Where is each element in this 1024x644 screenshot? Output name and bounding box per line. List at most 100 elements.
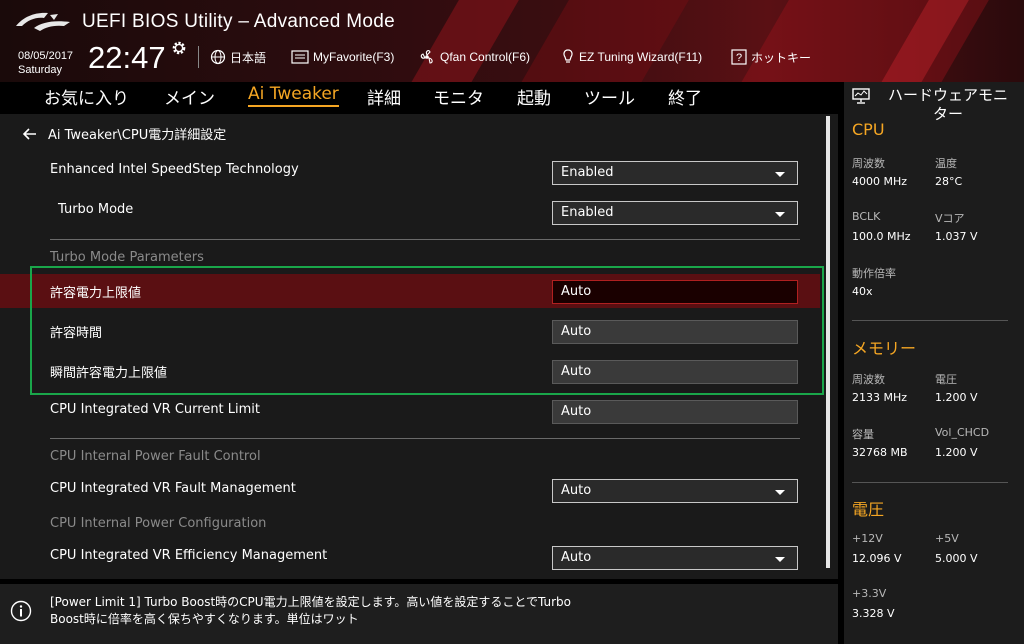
power-config-header: CPU Internal Power Configuration xyxy=(50,516,267,531)
speedstep-label: Enhanced Intel SpeedStep Technology xyxy=(50,162,299,177)
language-label: 日本語 xyxy=(230,50,267,65)
myfavorite-label: MyFavorite(F3) xyxy=(313,50,395,64)
v33-value: 3.328 V xyxy=(852,607,895,620)
hw-title-line-1: ハードウェアモニ xyxy=(887,86,1008,104)
cpu-temp-value: 28°C xyxy=(935,175,963,188)
power-limit-label: 許容電力上限値 xyxy=(50,286,142,301)
help-line-2: Boost時に倍率を高く保ちやすくなります。単位はワット xyxy=(50,612,359,626)
section-divider xyxy=(50,239,800,240)
fault-control-header: CPU Internal Power Fault Control xyxy=(50,449,261,464)
favorite-icon xyxy=(291,50,309,64)
mem-capacity-value: 32768 MB xyxy=(852,446,908,459)
turbo-mode-select[interactable]: Enabled xyxy=(552,201,798,225)
time-window-input[interactable]: Auto xyxy=(552,320,798,344)
tab-exit[interactable]: 終了 xyxy=(668,84,702,109)
cpu-vcore-key: Vコア xyxy=(935,212,965,225)
header-decoration xyxy=(499,0,701,82)
cpu-bclk-value: 100.0 MHz xyxy=(852,230,911,243)
mem-volt-value: 1.200 V xyxy=(935,391,978,404)
ez-tuning-wizard-button[interactable]: EZ Tuning Wizard(F11) xyxy=(561,47,702,67)
help-description: [Power Limit 1] Turbo Boost時のCPU電力上限値を設定… xyxy=(50,594,630,628)
hw-divider xyxy=(852,320,1008,321)
settings-panel: Ai Tweaker\CPU電力詳細設定 Enhanced Intel Spee… xyxy=(0,114,838,579)
help-line-1: [Power Limit 1] Turbo Boost時のCPU電力上限値を設定… xyxy=(50,595,572,609)
hotkeys-button[interactable]: ? ホットキー xyxy=(731,47,811,67)
hardware-monitor-panel: ハードウェアモニ ター CPU 周波数 温度 4000 MHz 28°C BCL… xyxy=(844,82,1024,644)
mem-freq-key: 周波数 xyxy=(852,373,885,386)
vr-efficiency-value: Auto xyxy=(561,550,592,565)
v5-value: 5.000 V xyxy=(935,552,978,565)
v12-key: +12V xyxy=(852,532,883,545)
bulb-icon xyxy=(563,49,573,63)
mem-capacity-key: 容量 xyxy=(852,428,874,441)
tab-monitor[interactable]: モニタ xyxy=(433,84,484,109)
vr-efficiency-select[interactable]: Auto xyxy=(552,546,798,570)
cpu-section-title: CPU xyxy=(852,120,885,139)
tab-boot[interactable]: 起動 xyxy=(517,84,551,109)
tab-main[interactable]: メイン xyxy=(164,84,215,109)
ez-tuning-label: EZ Tuning Wizard(F11) xyxy=(579,50,703,64)
qfan-control-button[interactable]: Qfan Control(F6) xyxy=(418,47,530,67)
myfavorite-button[interactable]: MyFavorite(F3) xyxy=(291,47,394,67)
svg-text:?: ? xyxy=(736,52,742,64)
speedstep-select[interactable]: Enabled xyxy=(552,161,798,185)
v5-key: +5V xyxy=(935,532,959,545)
v12-value: 12.096 V xyxy=(852,552,902,565)
cpu-freq-value: 4000 MHz xyxy=(852,175,908,188)
mem-freq-value: 2133 MHz xyxy=(852,391,908,404)
hardware-monitor-title: ハードウェアモニ ター xyxy=(852,86,1022,124)
mem-vol-chcd-value: 1.200 V xyxy=(935,446,978,459)
rog-logo-icon xyxy=(16,12,70,31)
mem-vol-chcd-key: Vol_CHCD xyxy=(935,426,990,439)
time-window-label: 許容時間 xyxy=(50,326,103,341)
tab-advanced[interactable]: 詳細 xyxy=(367,84,401,109)
cpu-temp-key: 温度 xyxy=(935,157,957,170)
hw-title-line-2: ター xyxy=(932,105,963,123)
v33-key: +3.3V xyxy=(852,587,887,600)
memory-section-title: メモリー xyxy=(852,339,917,358)
vr-efficiency-label: CPU Integrated VR Efficiency Management xyxy=(50,548,328,563)
cpu-ratio-value: 40x xyxy=(852,285,873,298)
vr-current-limit-input[interactable]: Auto xyxy=(552,400,798,424)
vr-fault-value: Auto xyxy=(561,483,592,498)
chevron-down-icon xyxy=(775,557,785,562)
chevron-down-icon xyxy=(775,490,785,495)
info-icon xyxy=(10,600,32,622)
voltage-section-title: 電圧 xyxy=(852,500,885,519)
qfan-label: Qfan Control(F6) xyxy=(440,50,531,64)
cpu-freq-key: 周波数 xyxy=(852,157,885,170)
back-arrow-icon[interactable] xyxy=(22,127,38,141)
scrollbar[interactable] xyxy=(826,116,830,568)
globe-icon xyxy=(210,49,226,65)
date-display: 08/05/2017 Saturday xyxy=(18,49,73,77)
header-separator xyxy=(198,46,199,68)
tab-tool[interactable]: ツール xyxy=(584,84,635,109)
vr-fault-label: CPU Integrated VR Fault Management xyxy=(50,481,296,496)
tab-ai-tweaker[interactable]: Ai Tweaker xyxy=(248,84,339,107)
gear-icon[interactable] xyxy=(171,40,187,56)
cpu-ratio-key: 動作倍率 xyxy=(852,267,896,280)
cpu-vcore-value: 1.037 V xyxy=(935,230,978,243)
help-bar: [Power Limit 1] Turbo Boost時のCPU電力上限値を設定… xyxy=(0,584,838,644)
power-limit-input[interactable]: Auto xyxy=(552,280,798,304)
date-text: 08/05/2017 xyxy=(18,50,74,62)
vr-fault-select[interactable]: Auto xyxy=(552,479,798,503)
day-text: Saturday xyxy=(18,64,63,76)
turbo-params-header: Turbo Mode Parameters xyxy=(50,250,204,265)
short-power-limit-input[interactable]: Auto xyxy=(552,360,798,384)
short-power-limit-label: 瞬間許容電力上限値 xyxy=(50,366,168,381)
hw-divider xyxy=(852,482,1008,483)
mem-volt-key: 電圧 xyxy=(935,373,957,386)
language-button[interactable]: 日本語 xyxy=(210,47,266,67)
vr-current-limit-label: CPU Integrated VR Current Limit xyxy=(50,402,261,417)
tab-favorites[interactable]: お気に入り xyxy=(44,84,129,109)
speedstep-value: Enabled xyxy=(561,165,614,180)
cpu-bclk-key: BCLK xyxy=(852,210,881,223)
breadcrumb[interactable]: Ai Tweaker\CPU電力詳細設定 xyxy=(22,124,226,143)
main-menu-tabs: お気に入り メイン Ai Tweaker 詳細 モニタ 起動 ツール 終了 xyxy=(0,82,838,112)
hotkey-icon: ? xyxy=(731,49,747,65)
breadcrumb-path: Ai Tweaker\CPU電力詳細設定 xyxy=(48,128,227,143)
clock-time: 22:47 xyxy=(88,40,166,75)
chevron-down-icon xyxy=(775,212,785,217)
app-title: UEFI BIOS Utility – Advanced Mode xyxy=(82,11,395,32)
